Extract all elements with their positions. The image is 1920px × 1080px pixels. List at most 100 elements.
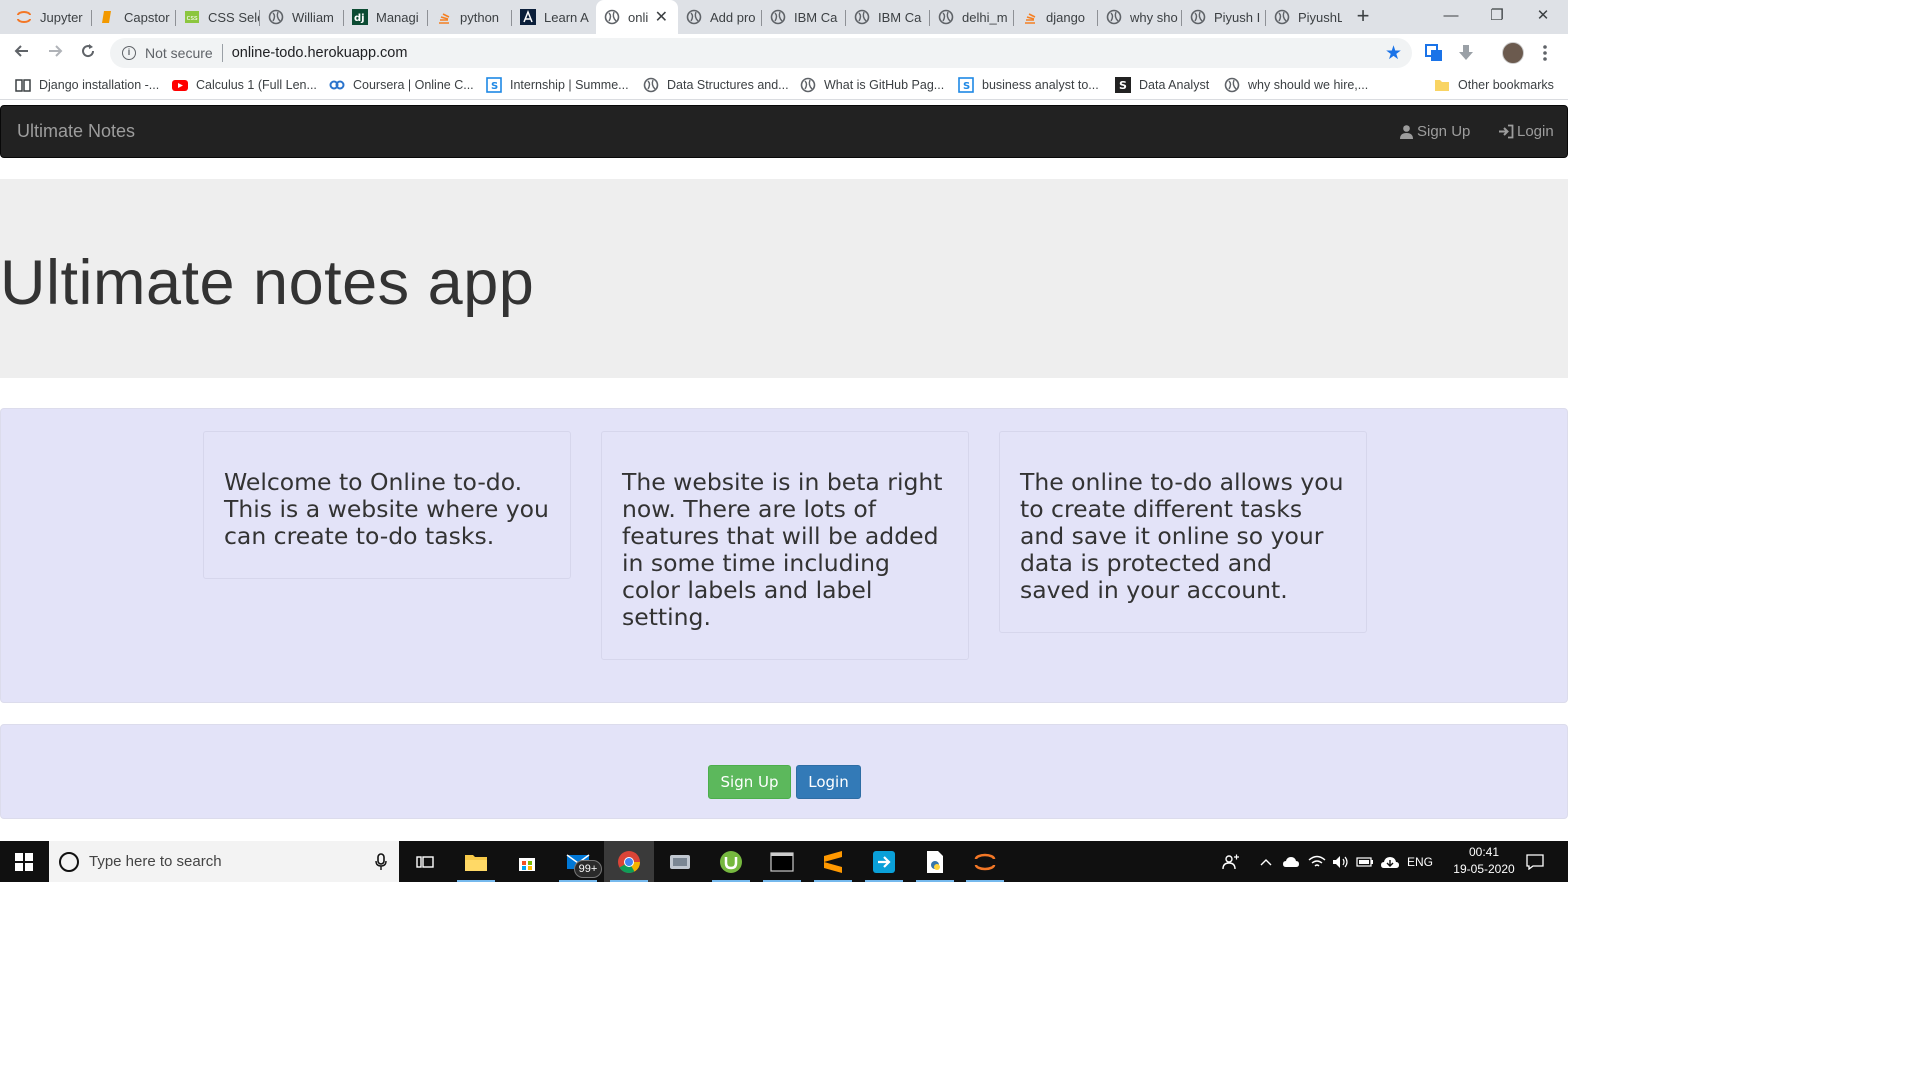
language-indicator[interactable]: ENG	[1404, 841, 1436, 882]
svg-text:S: S	[963, 81, 970, 92]
back-button[interactable]	[11, 42, 33, 64]
info-icon[interactable]: i	[122, 46, 136, 60]
bookmark-item[interactable]: S business analyst to...	[958, 76, 1099, 94]
nav-signup-link[interactable]: Sign Up	[1399, 123, 1470, 140]
tab-title: William	[292, 9, 334, 25]
css-icon: css	[184, 9, 200, 25]
bookmark-item[interactable]: Calculus 1 (Full Len...	[172, 76, 317, 94]
browser-tab[interactable]: PiyushL	[1266, 4, 1342, 30]
store-button[interactable]	[502, 841, 552, 882]
close-tab-icon[interactable]: ✕	[655, 7, 668, 27]
stackoverflow-icon	[436, 9, 452, 25]
close-window-button[interactable]: ✕	[1520, 4, 1566, 28]
battery-icon[interactable]	[1354, 841, 1376, 882]
clock-date: 19-05-2020	[1453, 862, 1515, 876]
bookmark-item[interactable]: why should we hire,...	[1224, 76, 1368, 94]
page-viewport: Ultimate Notes Sign Up Login Ultimate no…	[0, 101, 1568, 841]
login-button[interactable]: Login	[796, 765, 861, 799]
chrome-button[interactable]	[604, 841, 654, 882]
jupyter-icon	[974, 853, 996, 870]
remote-app-button[interactable]	[859, 841, 909, 882]
new-tab-button[interactable]: +	[1352, 5, 1374, 27]
browser-tab[interactable]: Piyush I	[1182, 4, 1266, 30]
feature-card: Welcome to Online to-do. This is a websi…	[203, 431, 571, 579]
onedrive-icon[interactable]	[1280, 841, 1302, 882]
bookmark-item[interactable]: Data Structures and...	[643, 76, 789, 94]
bookmark-item[interactable]: S Data Analyst	[1115, 76, 1209, 94]
menu-kebab-icon[interactable]	[1535, 43, 1555, 63]
browser-tab[interactable]: IBM Ca	[762, 4, 846, 30]
bookmark-item[interactable]: Coursera | Online C...	[329, 76, 474, 94]
task-view-button[interactable]	[400, 841, 450, 882]
terminal-button[interactable]	[757, 841, 807, 882]
browser-tab[interactable]: William	[260, 4, 344, 30]
system-app-icon	[670, 854, 690, 869]
django-icon: dj	[352, 9, 368, 25]
bookmarks-bar: Django installation -... Calculus 1 (Ful…	[0, 71, 1568, 100]
browser-tab[interactable]: Jupyter	[8, 4, 92, 30]
utorrent-button[interactable]	[706, 841, 756, 882]
download-extension-icon[interactable]	[1456, 43, 1476, 63]
jupyter-button[interactable]	[960, 841, 1010, 882]
browser-tab[interactable]: IBM Ca	[846, 4, 930, 30]
clock[interactable]: 00:41 19-05-2020	[1448, 844, 1520, 878]
minimize-button[interactable]: —	[1428, 4, 1474, 28]
bookmark-item[interactable]: What is GitHub Pag...	[800, 76, 944, 94]
globe-icon	[643, 77, 659, 93]
globe-icon	[604, 9, 620, 25]
arrow-right-icon	[49, 45, 63, 57]
other-bookmarks[interactable]: Other bookmarks	[1434, 76, 1554, 94]
browser-tab-active[interactable]: onli ✕	[596, 0, 678, 34]
browser-tab[interactable]: dj Managi	[344, 4, 428, 30]
python-file-button[interactable]	[910, 841, 960, 882]
browser-tab[interactable]: why sho	[1098, 4, 1182, 30]
nav-login-link[interactable]: Login	[1498, 123, 1554, 140]
wifi-icon[interactable]	[1306, 841, 1328, 882]
translate-extension-icon[interactable]	[1424, 43, 1444, 63]
globe-icon	[268, 9, 284, 25]
start-button[interactable]	[0, 841, 48, 882]
internshala-icon: S	[486, 77, 502, 93]
browser-tab[interactable]: Add pro	[678, 4, 762, 30]
svg-text:S: S	[491, 81, 498, 92]
angular-icon	[520, 9, 536, 25]
notifications-icon[interactable]	[1522, 841, 1548, 882]
address-bar[interactable]: i Not secure online-todo.herokuapp.com ★	[110, 38, 1412, 68]
people-icon[interactable]	[1218, 841, 1244, 882]
browser-tab[interactable]: css CSS Sele	[176, 4, 260, 30]
signup-button[interactable]: Sign Up	[708, 765, 791, 799]
browser-tab[interactable]: Learn A	[512, 4, 596, 30]
browser-tab[interactable]: python	[428, 4, 512, 30]
folder-icon	[465, 854, 487, 871]
globe-icon	[1190, 9, 1206, 25]
reload-button[interactable]	[77, 42, 99, 64]
globe-icon	[938, 9, 954, 25]
tab-title: django	[1046, 9, 1086, 25]
windows-taskbar: Type here to search ENG 00:41 19-05-2020	[0, 841, 1568, 882]
folder-icon	[1434, 77, 1450, 93]
bookmark-item[interactable]: Django installation -...	[15, 76, 159, 94]
browser-tab[interactable]: django	[1014, 4, 1098, 30]
microphone-icon[interactable]	[375, 853, 387, 871]
browser-tab[interactable]: Capstor	[92, 4, 176, 30]
globe-icon	[1224, 77, 1240, 93]
task-view-icon	[416, 855, 434, 868]
tab-title: python	[460, 9, 500, 25]
volume-icon[interactable]	[1330, 841, 1352, 882]
bookmark-item[interactable]: S Internship | Summe...	[486, 76, 629, 94]
file-explorer-button[interactable]	[451, 841, 501, 882]
bookmark-star-icon[interactable]: ★	[1385, 42, 1402, 65]
cloud-sync-icon[interactable]	[1378, 841, 1402, 882]
app-button[interactable]	[655, 841, 705, 882]
navbar-brand[interactable]: Ultimate Notes	[17, 121, 135, 142]
sublime-button[interactable]	[808, 841, 858, 882]
browser-tab[interactable]: delhi_m	[930, 4, 1014, 30]
login-icon	[1499, 124, 1514, 139]
url-text[interactable]: online-todo.herokuapp.com	[232, 45, 408, 61]
maximize-button[interactable]: ❐	[1474, 4, 1520, 28]
profile-avatar[interactable]	[1502, 42, 1524, 64]
chevron-up-icon[interactable]	[1256, 841, 1276, 882]
security-label: Not secure	[145, 45, 213, 61]
taskbar-search[interactable]: Type here to search	[49, 841, 399, 882]
forward-button[interactable]	[44, 42, 66, 64]
